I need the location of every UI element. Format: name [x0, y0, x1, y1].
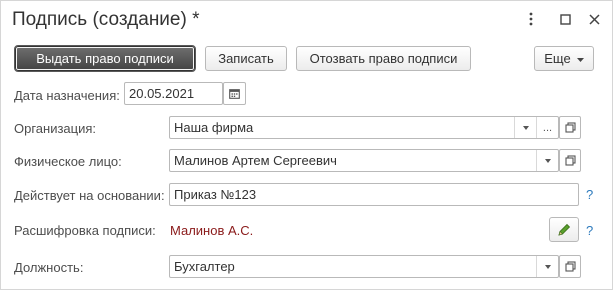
save-label: Записать [218, 51, 274, 66]
date-field[interactable]: 20.05.2021 [124, 82, 223, 105]
save-button[interactable]: Записать [205, 46, 287, 71]
organization-field[interactable]: Наша фирма ... [169, 116, 559, 139]
decode-value: Малинов А.С. [170, 223, 254, 238]
calendar-icon[interactable] [223, 82, 246, 105]
chevron-down-icon [576, 54, 584, 64]
person-field[interactable]: Малинов Артем Сергеевич [169, 149, 559, 172]
position-dropdown-icon[interactable] [536, 256, 558, 277]
more-actions-button[interactable]: Еще [534, 46, 594, 71]
pencil-icon[interactable] [549, 217, 579, 242]
revoke-signature-right-label: Отозвать право подписи [309, 51, 458, 66]
person-open-icon[interactable] [559, 149, 581, 172]
position-open-icon[interactable] [559, 255, 581, 278]
organization-label: Организация: [14, 121, 97, 136]
organization-value: Наша фирма [174, 120, 254, 135]
issue-signature-right-button[interactable]: Выдать право подписи [14, 45, 196, 72]
decode-label: Расшифровка подписи: [14, 223, 156, 238]
window-title: Подпись (создание) * [12, 9, 200, 30]
person-label: Физическое лицо: [14, 154, 122, 169]
basis-label: Действует на основании: [14, 188, 165, 203]
position-value: Бухгалтер [174, 259, 235, 274]
organization-dropdown-icon[interactable] [514, 117, 536, 138]
close-icon[interactable] [586, 11, 602, 27]
decode-help-icon[interactable]: ? [586, 223, 593, 238]
more-actions-label: Еще [544, 51, 571, 66]
revoke-signature-right-button[interactable]: Отозвать право подписи [296, 46, 471, 71]
maximize-icon[interactable] [557, 11, 573, 27]
person-value: Малинов Артем Сергеевич [174, 153, 337, 168]
organization-open-icon[interactable] [559, 116, 581, 139]
date-label: Дата назначения: [14, 88, 120, 103]
basis-field[interactable]: Приказ №123 [169, 183, 579, 206]
basis-value: Приказ №123 [174, 187, 257, 202]
signature-create-window: Подпись (создание) * Выдать право подпис… [0, 0, 613, 290]
more-vertical-icon[interactable] [523, 11, 539, 27]
position-field[interactable]: Бухгалтер [169, 255, 559, 278]
person-dropdown-icon[interactable] [536, 150, 558, 171]
issue-signature-right-label: Выдать право подписи [36, 51, 174, 66]
basis-help-icon[interactable]: ? [586, 187, 593, 202]
date-value: 20.05.2021 [129, 86, 195, 101]
position-label: Должность: [14, 260, 84, 275]
organization-select-icon[interactable]: ... [536, 117, 558, 138]
